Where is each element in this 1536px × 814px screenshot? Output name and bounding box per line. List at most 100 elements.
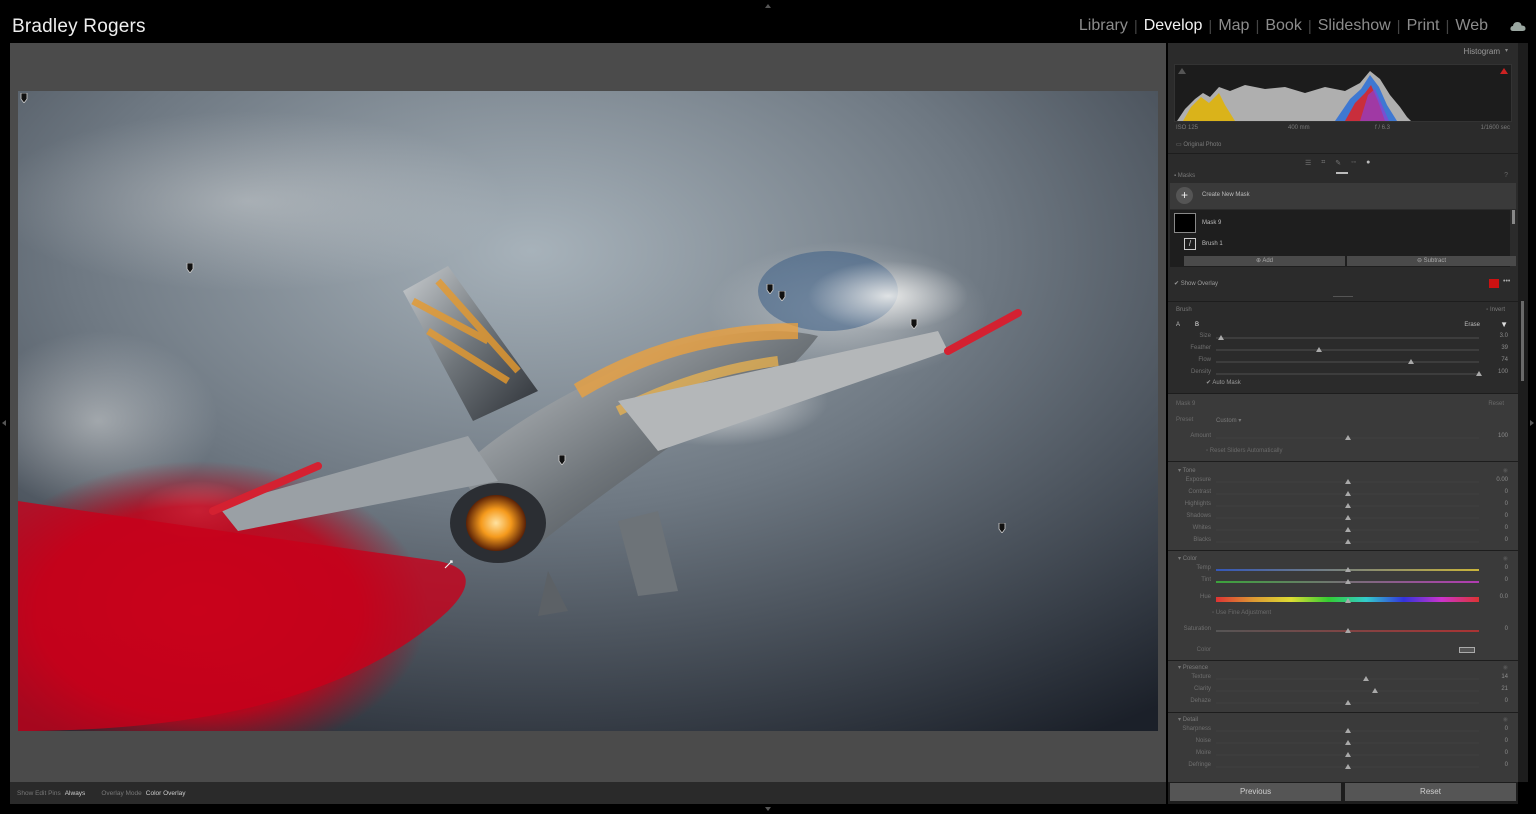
mask-list-scrollbar[interactable] [1512, 210, 1515, 224]
tint-track[interactable] [1216, 579, 1479, 584]
original-photo-toggle[interactable]: ▭ Original Photo [1176, 141, 1221, 148]
amount-track[interactable] [1216, 435, 1479, 440]
shadows-slider[interactable]: Shadows 0 [1168, 512, 1518, 524]
module-library[interactable]: Library [1073, 17, 1134, 35]
texture-slider[interactable]: Texture 14 [1168, 673, 1518, 685]
dehaze-slider[interactable]: Dehaze 0 [1168, 697, 1518, 709]
hue-knob[interactable] [1344, 598, 1351, 603]
temp-track[interactable] [1216, 567, 1479, 572]
masks-header[interactable]: ▪ Masks [1174, 173, 1195, 179]
mask-9-label[interactable]: Mask 9 [1202, 220, 1221, 226]
overlay-color-swatch[interactable] [1489, 279, 1499, 288]
moire-track[interactable] [1216, 752, 1479, 757]
color-section-header[interactable]: ▾ Color [1178, 555, 1197, 562]
moire-slider[interactable]: Moire 0 [1168, 749, 1518, 761]
exposure-slider[interactable]: Exposure 0.00 [1168, 476, 1518, 488]
previous-button[interactable]: Previous [1170, 783, 1341, 801]
dehaze-track[interactable] [1216, 700, 1479, 705]
contrast-knob[interactable] [1344, 491, 1351, 496]
feather-track[interactable] [1216, 347, 1479, 352]
brush-tab-b[interactable]: B [1195, 322, 1199, 328]
show-overlay-checkbox[interactable]: ✔ Show Overlay [1174, 280, 1218, 287]
highlights-value[interactable]: 0 [1505, 501, 1508, 507]
whites-track[interactable] [1216, 527, 1479, 532]
exposure-track[interactable] [1216, 479, 1479, 484]
subtract-button[interactable]: ⊖ Subtract [1347, 256, 1516, 266]
edit-pin-icon[interactable] [998, 523, 1006, 533]
dehaze-value[interactable]: 0 [1505, 698, 1508, 704]
panel-menu-icon[interactable]: ▾ [1505, 47, 1508, 54]
module-print[interactable]: Print [1401, 17, 1446, 35]
size-slider[interactable]: Size 3.0 [1168, 332, 1518, 344]
module-book[interactable]: Book [1259, 17, 1307, 35]
shadows-value[interactable]: 0 [1505, 513, 1508, 519]
feather-value[interactable]: 39 [1501, 345, 1508, 351]
noise-knob[interactable] [1344, 740, 1351, 745]
contrast-slider[interactable]: Contrast 0 [1168, 488, 1518, 500]
overlay-mode-dropdown[interactable]: Color Overlay [146, 790, 186, 797]
sharpness-knob[interactable] [1344, 728, 1351, 733]
reset-sliders-checkbox[interactable]: ▫ Reset Sliders Automatically [1206, 448, 1283, 454]
brush-tab-a[interactable]: A [1176, 322, 1180, 328]
blacks-value[interactable]: 0 [1505, 537, 1508, 543]
shadows-track[interactable] [1216, 515, 1479, 520]
clarity-slider[interactable]: Clarity 21 [1168, 685, 1518, 697]
reset-button[interactable]: Reset [1345, 783, 1516, 801]
shadow-clipping-icon[interactable] [1178, 68, 1186, 74]
clarity-knob[interactable] [1372, 688, 1379, 693]
create-new-mask-button[interactable]: + Create New Mask [1170, 183, 1516, 209]
drag-handle[interactable] [1333, 296, 1353, 297]
highlights-slider[interactable]: Highlights 0 [1168, 500, 1518, 512]
add-button[interactable]: ⊕ Add [1184, 256, 1345, 266]
tint-knob[interactable] [1344, 579, 1351, 584]
presence-visibility-icon[interactable]: ◉ [1503, 664, 1508, 671]
size-track[interactable] [1216, 335, 1479, 340]
brush-1-label[interactable]: Brush 1 [1202, 241, 1223, 247]
preset-dropdown[interactable]: Custom ▾ [1216, 417, 1241, 424]
saturation-knob[interactable] [1344, 628, 1351, 633]
defringe-value[interactable]: 0 [1505, 762, 1508, 768]
invert-checkbox[interactable]: ▫ Invert [1486, 307, 1505, 313]
moire-value[interactable]: 0 [1505, 750, 1508, 756]
flow-track[interactable] [1216, 359, 1479, 364]
contrast-value[interactable]: 0 [1505, 489, 1508, 495]
moire-knob[interactable] [1344, 752, 1351, 757]
module-develop[interactable]: Develop [1138, 17, 1209, 35]
panel-scrollbar-thumb[interactable] [1521, 301, 1524, 381]
amount-value[interactable]: 100 [1498, 433, 1508, 439]
brush-component-icon[interactable]: / [1184, 238, 1196, 250]
whites-value[interactable]: 0 [1505, 525, 1508, 531]
amount-slider[interactable]: Amount 100 [1168, 432, 1518, 444]
brush-settings-dropdown-icon[interactable]: ▼ [1500, 320, 1508, 329]
help-icon[interactable]: ? [1504, 172, 1508, 179]
color-swatch[interactable] [1459, 647, 1475, 653]
size-knob[interactable] [1218, 335, 1225, 340]
module-web[interactable]: Web [1449, 17, 1494, 35]
dehaze-knob[interactable] [1344, 700, 1351, 705]
fine-adjust-checkbox[interactable]: ▫ Use Fine Adjustment [1212, 610, 1271, 616]
module-map[interactable]: Map [1212, 17, 1255, 35]
module-slideshow[interactable]: Slideshow [1312, 17, 1397, 35]
feather-slider[interactable]: Feather 39 [1168, 344, 1518, 356]
more-options-icon[interactable]: ••• [1503, 278, 1510, 285]
mask-thumbnail[interactable] [1174, 213, 1196, 233]
defringe-knob[interactable] [1344, 764, 1351, 769]
presence-section-header[interactable]: ▾ Presence [1178, 664, 1208, 671]
edit-sliders-icon[interactable]: ☰ [1305, 159, 1311, 167]
photo-preview[interactable] [18, 91, 1158, 731]
texture-knob[interactable] [1362, 676, 1369, 681]
exposure-knob[interactable] [1344, 479, 1351, 484]
defringe-track[interactable] [1216, 764, 1479, 769]
cloud-sync-icon[interactable] [1510, 21, 1526, 32]
panel-scrollbar[interactable] [1518, 43, 1528, 782]
clarity-track[interactable] [1216, 688, 1479, 693]
texture-track[interactable] [1216, 676, 1479, 681]
hue-value[interactable]: 0.0 [1500, 594, 1508, 600]
auto-mask-checkbox[interactable]: ✔ Auto Mask [1206, 379, 1241, 386]
detail-visibility-icon[interactable]: ◉ [1503, 716, 1508, 723]
edit-pin-icon[interactable] [186, 263, 194, 273]
blacks-slider[interactable]: Blacks 0 [1168, 536, 1518, 548]
masking-icon[interactable]: ● [1366, 159, 1370, 167]
blacks-knob[interactable] [1344, 539, 1351, 544]
texture-value[interactable]: 14 [1501, 674, 1508, 680]
